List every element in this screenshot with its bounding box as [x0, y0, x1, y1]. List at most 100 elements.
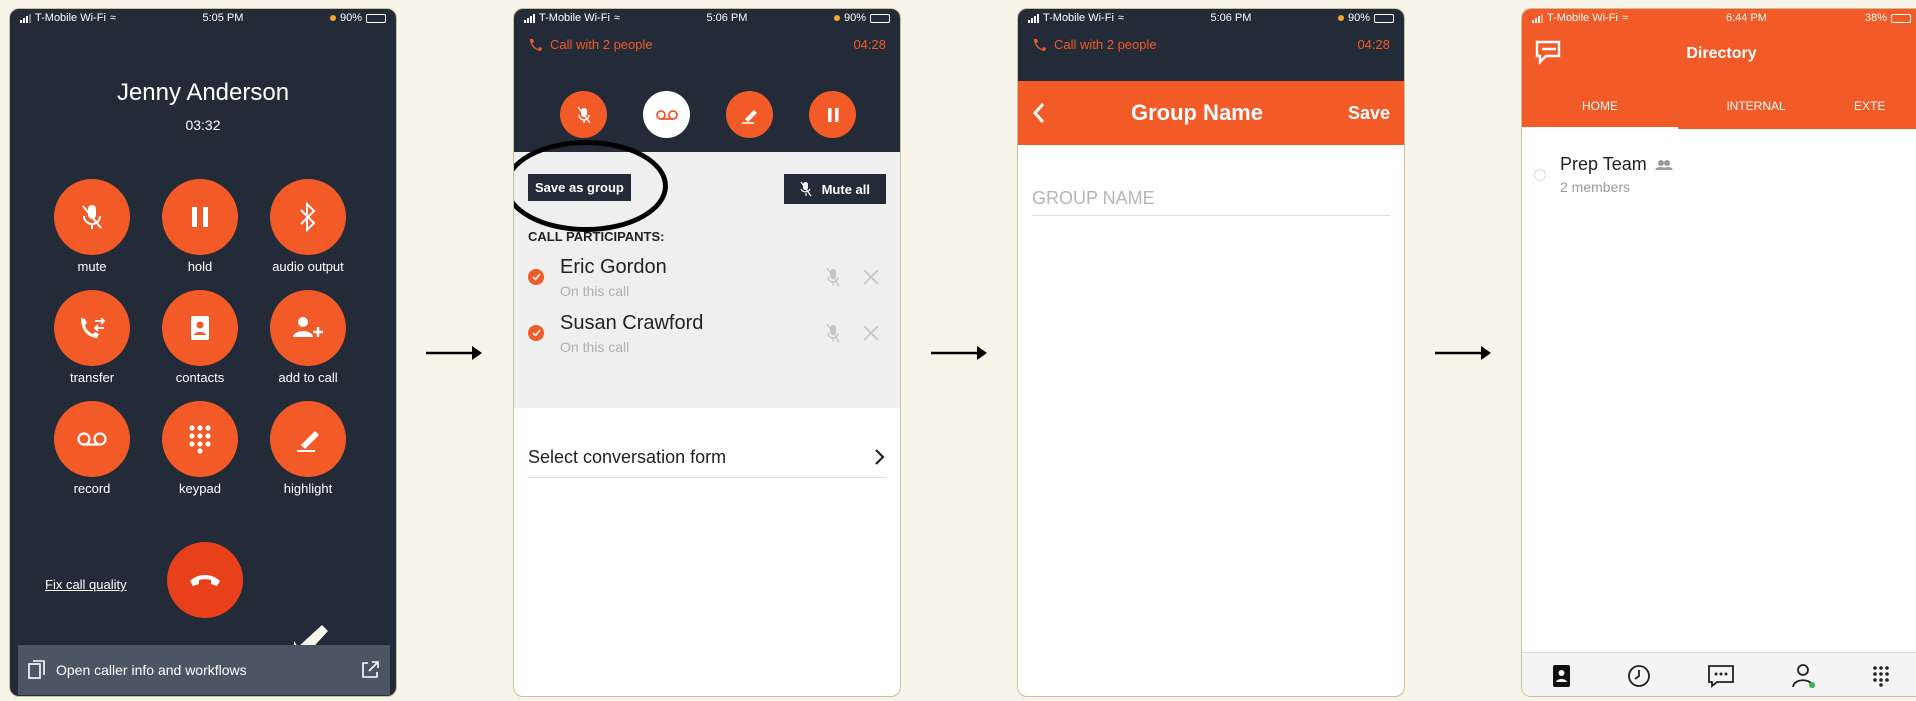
record-button[interactable]: record	[38, 401, 146, 496]
pause-icon	[827, 107, 838, 122]
participants-panel: Save as group Mute all CALL PARTICIPANTS…	[514, 140, 900, 408]
mute-button[interactable]	[560, 91, 607, 138]
record-label: record	[73, 481, 111, 496]
arrow-right-icon	[931, 346, 987, 360]
hold-button[interactable]: hold	[146, 179, 254, 274]
mute-button[interactable]: mute	[38, 179, 146, 274]
directory-title-bar: Directory	[1522, 27, 1916, 81]
mic-off-icon[interactable]	[826, 267, 840, 287]
status-bar: T-Mobile Wi-Fi ≈ 5:05 PM 90%	[10, 9, 396, 27]
wifi-icon: ≈	[613, 12, 620, 24]
call-timer: 04:28	[853, 37, 886, 52]
signal-icon	[1028, 13, 1039, 23]
status-bar: T-Mobile Wi-Fi ≈ 6:44 PM 38%	[1522, 9, 1916, 27]
profile-icon[interactable]	[1791, 663, 1817, 689]
remove-participant-icon[interactable]	[862, 268, 880, 286]
tab-home[interactable]: HOME	[1522, 99, 1678, 129]
battery-percent: 90%	[339, 12, 362, 24]
caller-name: Jenny Anderson	[116, 79, 290, 106]
signal-icon	[524, 13, 535, 23]
back-chevron-icon[interactable]	[1032, 102, 1046, 124]
transfer-label: transfer	[69, 370, 115, 385]
caller-info-text: Open caller info and workflows	[56, 662, 247, 678]
select-conversation-form-row[interactable]: Select conversation form	[528, 437, 886, 478]
status-time: 5:06 PM	[706, 12, 748, 24]
carrier: T-Mobile Wi-Fi	[1547, 12, 1618, 24]
phone-call-participants: T-Mobile Wi-Fi ≈ 5:06 PM 90% Call with 2 …	[513, 8, 901, 697]
caller-info-bar[interactable]: Open caller info and workflows	[18, 645, 390, 695]
page-title: Group Name	[1130, 100, 1263, 125]
contacts-icon[interactable]	[1550, 664, 1572, 688]
battery-percent: 90%	[843, 12, 866, 24]
mic-off-icon	[576, 106, 591, 123]
phone-icon	[530, 38, 542, 51]
transfer-button[interactable]: transfer	[38, 290, 146, 385]
call-summary-row[interactable]: Call with 2 people 04:28	[514, 27, 900, 52]
call-header: T-Mobile Wi-Fi ≈ 5:06 PM 90% Call with 2 …	[514, 9, 900, 152]
keypad-icon	[162, 401, 238, 477]
add-to-call-button[interactable]: add to call	[254, 290, 362, 385]
document-icon	[28, 660, 45, 679]
carrier: T-Mobile Wi-Fi	[1043, 12, 1114, 24]
directory-tabs: HOME INTERNAL EXTE	[1522, 99, 1916, 129]
keypad-button[interactable]: keypad	[146, 401, 254, 496]
status-time: 5:06 PM	[1210, 12, 1252, 24]
voicemail-icon	[655, 109, 678, 120]
hold-label: hold	[187, 259, 213, 274]
mute-label: mute	[77, 259, 107, 274]
group-member-count: 2 members	[1560, 179, 1631, 195]
pen-icon	[741, 109, 757, 124]
participant-row: Susan Crawford On this call	[528, 305, 880, 361]
messages-icon[interactable]	[1707, 664, 1735, 688]
contacts-label: contacts	[175, 370, 225, 385]
clock-icon[interactable]	[1627, 664, 1651, 688]
status-bar: T-Mobile Wi-Fi ≈ 5:06 PM 90%	[514, 9, 900, 27]
record-button[interactable]	[643, 91, 690, 138]
highlight-button[interactable]: highlight	[254, 401, 362, 496]
wifi-icon: ≈	[1117, 12, 1124, 24]
status-bar: T-Mobile Wi-Fi ≈ 5:06 PM 90%	[1018, 9, 1404, 27]
contacts-icon	[162, 290, 238, 366]
keypad-icon[interactable]	[1872, 665, 1894, 687]
phone-directory: T-Mobile Wi-Fi ≈ 6:44 PM 38% Directory HO…	[1521, 8, 1916, 697]
hold-button[interactable]	[809, 91, 856, 138]
end-call-button[interactable]	[167, 542, 243, 618]
status-time: 6:44 PM	[1725, 12, 1767, 24]
call-timer: 04:28	[1357, 37, 1390, 52]
tab-internal[interactable]: INTERNAL	[1678, 99, 1834, 129]
mute-all-label: Mute all	[821, 181, 870, 197]
presence-icon	[1534, 168, 1546, 181]
signal-icon	[1532, 13, 1543, 23]
audio-output-button[interactable]: audio output	[254, 179, 362, 274]
check-icon	[528, 269, 544, 285]
call-timer: 03:32	[185, 117, 221, 133]
fix-call-quality-link[interactable]: Fix call quality	[45, 577, 127, 592]
mic-off-icon[interactable]	[826, 323, 840, 343]
battery-icon	[366, 13, 386, 23]
wifi-icon: ≈	[1621, 12, 1628, 24]
group-name-input[interactable]: GROUP NAME	[1032, 181, 1390, 216]
group-list-item[interactable]: Prep Team 2 members	[1534, 154, 1673, 195]
pause-icon	[162, 179, 238, 255]
orange-dot-icon	[329, 15, 336, 21]
participant-status: On this call	[560, 282, 630, 299]
highlight-button[interactable]	[726, 91, 773, 138]
wifi-icon: ≈	[109, 12, 116, 24]
mute-all-button[interactable]: Mute all	[783, 174, 886, 204]
remove-participant-icon[interactable]	[862, 324, 880, 342]
phone-active-call: T-Mobile Wi-Fi ≈ 5:05 PM 90% Jenny Anders…	[9, 8, 397, 697]
phone-icon	[1034, 38, 1046, 51]
contacts-button[interactable]: contacts	[146, 290, 254, 385]
save-button[interactable]: Save	[1348, 103, 1390, 124]
add-to-call-label: add to call	[278, 370, 338, 385]
battery-icon	[1891, 13, 1911, 23]
orange-dot-icon	[833, 15, 840, 21]
keypad-label: keypad	[179, 481, 221, 496]
external-link-icon	[362, 661, 379, 678]
call-with-label: Call with 2 people	[550, 37, 653, 52]
mic-off-icon	[54, 179, 130, 255]
call-summary-row[interactable]: Call with 2 people 04:28	[1018, 27, 1404, 52]
tab-external[interactable]: EXTE	[1834, 99, 1916, 129]
highlight-oval	[514, 140, 668, 232]
battery-icon	[1374, 13, 1394, 23]
